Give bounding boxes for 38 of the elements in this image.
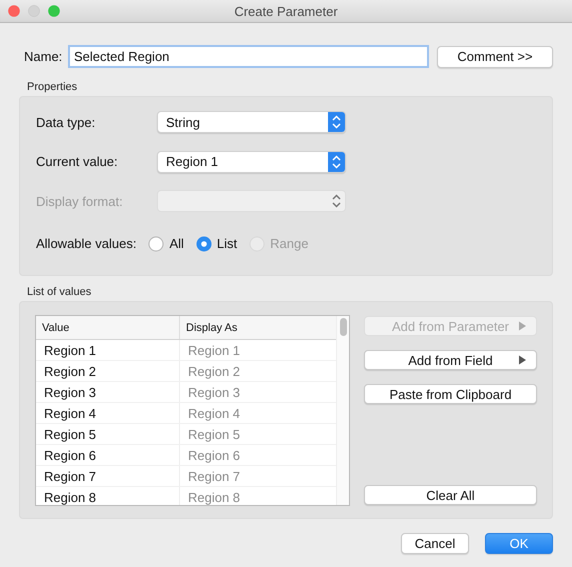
close-icon[interactable] <box>8 5 20 17</box>
table-cell-text: Region 7 <box>43 468 98 486</box>
dropdown[interactable]: String <box>157 111 346 133</box>
table-cell-text: Region 3 <box>43 384 98 402</box>
table-cell-text: Region 5 <box>43 426 98 444</box>
triangle-right-icon <box>519 356 526 364</box>
stepper-chevrons-icon <box>328 152 345 172</box>
dropdown[interactable]: Region 1 <box>157 150 346 172</box>
table-cell-text: Region 2 <box>43 362 98 381</box>
comment-button[interactable]: Comment >> <box>437 46 553 68</box>
radio-button[interactable] <box>148 236 164 252</box>
cancel-button[interactable]: Cancel <box>401 533 469 554</box>
scrollbar-thumb[interactable] <box>340 318 346 336</box>
table-cell-text: Region 1 <box>43 342 98 360</box>
action-button[interactable]: Clear All <box>364 485 537 505</box>
radio-button[interactable] <box>196 236 212 252</box>
column-header[interactable]: Value <box>36 316 179 339</box>
action-button[interactable]: Paste from Clipboard <box>364 384 537 404</box>
field-label: Name: <box>23 49 64 64</box>
name-input-field[interactable]: Selected Region <box>68 45 429 68</box>
section-title: Properties <box>27 81 78 93</box>
window-title: Create Parameter <box>234 4 338 18</box>
table-cell-text: Region 4 <box>43 404 98 423</box>
field-label: Data type: <box>36 114 96 130</box>
field-label: Current value: <box>36 154 119 169</box>
table-cell-text: Region 6 <box>43 446 98 465</box>
minimize-icon[interactable] <box>28 5 40 17</box>
section-title: List of values <box>27 286 92 298</box>
radio-label: List <box>216 236 238 251</box>
table-cell-text: Region 8 <box>43 488 98 505</box>
radio-label: All <box>169 236 184 251</box>
radio-label: Range <box>270 236 308 251</box>
stepper-chevrons-icon <box>328 112 345 132</box>
zoom-icon[interactable] <box>48 5 60 17</box>
triangle-right-icon <box>519 322 526 330</box>
action-button[interactable]: Add from Field <box>364 350 537 370</box>
field-label: Display format: <box>36 194 124 208</box>
field-label: Allowable values: <box>36 236 136 251</box>
